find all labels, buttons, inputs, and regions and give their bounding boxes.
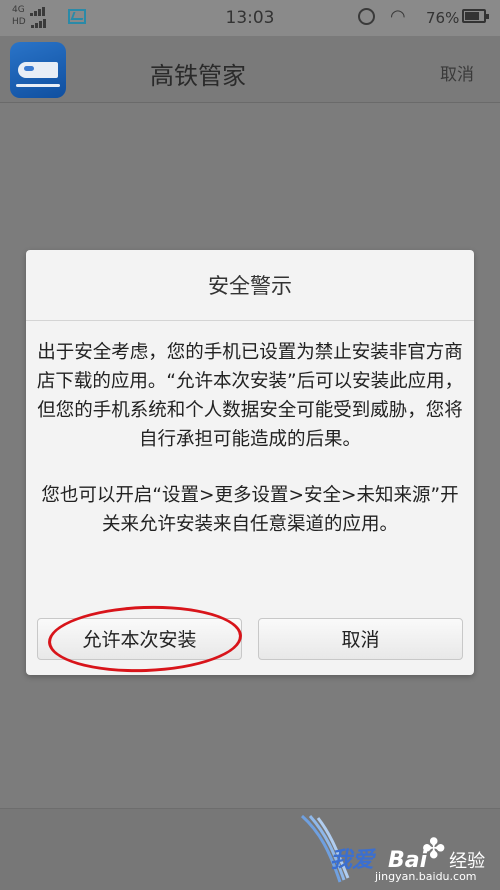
app-title: 高铁管家	[150, 62, 246, 90]
alarm-icon	[358, 8, 375, 25]
dialog-message-paragraph-1: 出于安全考虑，您的手机已设置为禁止安装非官方商店下载的应用。“允许本次安装”后可…	[36, 342, 464, 450]
train-icon	[18, 62, 58, 78]
battery-percent: 76%	[426, 9, 460, 27]
wifi-icon: ◠	[390, 6, 406, 27]
dialog-message: 出于安全考虑，您的手机已设置为禁止安装非官方商店下载的应用。“允许本次安装”后可…	[36, 338, 464, 539]
header-cancel-button[interactable]: 取消	[440, 60, 474, 85]
security-warning-dialog: 安全警示 出于安全考虑，您的手机已设置为禁止安装非官方商店下载的应用。“允许本次…	[26, 250, 474, 675]
status-bar: 4G HD 13:03 ◠ 76%	[0, 0, 500, 36]
app-icon	[10, 42, 66, 98]
watermark-url: jingyan.baidu.com	[375, 870, 477, 883]
dialog-title: 安全警示	[26, 250, 474, 321]
dialog-message-paragraph-2: 您也可以开启“设置>更多设置>安全>未知来源”开关来允许安装来自任意渠道的应用。	[41, 485, 459, 535]
watermark-brand-suffix: 经验	[449, 851, 486, 872]
rail-decoration	[16, 84, 60, 87]
battery-icon	[462, 9, 489, 23]
dialog-cancel-button[interactable]: 取消	[258, 618, 463, 660]
baidu-jingyan-watermark: 我爱 Bai 经验 ✤ jingyan.baidu.com	[300, 812, 500, 889]
baidu-paw-icon: ✤	[422, 832, 446, 865]
app-header: 高铁管家 取消	[0, 36, 500, 103]
status-time: 13:03	[225, 8, 275, 28]
watermark-text-cn: 我爱	[330, 848, 375, 873]
